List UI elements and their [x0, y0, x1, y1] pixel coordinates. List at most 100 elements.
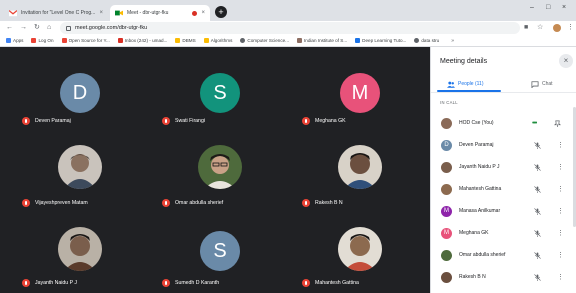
bookmark-item[interactable]: Indian Institute of S...: [297, 38, 347, 43]
bookmark-label: Computer Science...: [247, 38, 290, 43]
meet-icon: [115, 10, 123, 16]
mic-off-icon: [302, 117, 310, 125]
more-options-icon[interactable]: ⋮: [557, 163, 564, 171]
home-icon[interactable]: ⌂: [47, 23, 51, 33]
participant-photo: [198, 145, 242, 189]
participant-row[interactable]: Rakesh B N ⋮: [431, 267, 576, 287]
participant-row[interactable]: D Deven Paramaj ⋮: [431, 135, 576, 155]
mic-off-icon[interactable]: [534, 141, 541, 149]
forward-icon[interactable]: →: [20, 23, 27, 33]
close-icon[interactable]: ×: [99, 10, 103, 16]
bookmark-item[interactable]: Deep Learning Tuto...: [355, 38, 406, 43]
participant-tile[interactable]: D Deven Paramaj: [10, 55, 150, 133]
profile-avatar[interactable]: [553, 24, 561, 32]
avatar: M: [441, 227, 452, 239]
participant-tile[interactable]: Jayanth Naidu P J: [10, 217, 150, 293]
participant-tile[interactable]: Mahantesh Gattina: [290, 217, 430, 293]
reload-icon[interactable]: ↻: [34, 23, 40, 33]
participant-photo: [58, 145, 102, 189]
window-close-icon[interactable]: ×: [562, 4, 566, 11]
participant-name: Swati Firangi: [175, 118, 205, 124]
bookmark-item[interactable]: Computer Science...: [240, 38, 289, 43]
mic-off-icon[interactable]: [534, 207, 541, 215]
minimize-icon[interactable]: –: [530, 4, 534, 11]
participant-tile[interactable]: Vijayeshpreven Matam: [10, 137, 150, 215]
close-panel-button[interactable]: ×: [559, 54, 573, 68]
pin-icon[interactable]: [554, 120, 561, 127]
participant-row[interactable]: Mahantesh Gattina ⋮: [431, 179, 576, 199]
mic-off-icon[interactable]: [534, 273, 541, 281]
bookmark-item[interactable]: Log On: [31, 38, 54, 43]
avatar: M: [340, 73, 380, 113]
participant-row[interactable]: Omar abdulla sherief ⋮: [431, 245, 576, 265]
mic-off-icon[interactable]: [534, 185, 541, 193]
bookmark-label: DBMS: [182, 38, 196, 43]
chat-icon: [531, 80, 539, 88]
people-icon: [447, 81, 455, 88]
participant-tile[interactable]: S Sumedh D Karanth: [150, 217, 290, 293]
meeting-details-panel: Meeting details × People (11) Chat IN CA…: [430, 47, 576, 293]
tab-invitation[interactable]: Invitation for "Level One C Prog... ×: [4, 5, 108, 21]
mic-off-icon: [22, 117, 30, 125]
participant-photo: [338, 227, 382, 271]
avatar: [441, 271, 452, 283]
participant-row[interactable]: Jayanth Naidu P J ⋮: [431, 157, 576, 177]
bookmark-apps[interactable]: Apps: [6, 38, 23, 43]
bookmark-label: Log On: [38, 38, 54, 43]
video-grid: D Deven Paramaj S Swati Firangi M Meghan…: [0, 47, 430, 293]
participant-row[interactable]: M Manasa Anilkumar ⋮: [431, 201, 576, 221]
back-icon[interactable]: ←: [6, 23, 13, 33]
mic-off-icon: [302, 279, 310, 287]
participant-row[interactable]: HOD Cse (You) •••: [431, 113, 576, 133]
more-options-icon[interactable]: ⋮: [557, 207, 564, 215]
participant-row[interactable]: M Meghana GK ⋮: [431, 223, 576, 243]
participant-name: Jayanth Naidu P J: [459, 164, 500, 170]
participant-tile[interactable]: Rakesh B N: [290, 137, 430, 215]
participant-tile[interactable]: S Swati Firangi: [150, 55, 290, 133]
new-tab-button[interactable]: +: [215, 6, 227, 18]
bookmark-item[interactable]: data stru: [414, 38, 439, 43]
star-icon[interactable]: ☆: [537, 23, 543, 33]
avatar: [441, 249, 452, 261]
bookmark-icon: [31, 38, 37, 43]
more-options-icon[interactable]: ⋮: [557, 273, 564, 281]
bookmark-label: Algorithms: [210, 38, 233, 43]
more-options-icon[interactable]: ⋮: [557, 141, 564, 149]
globe-icon: [414, 38, 420, 43]
participant-tile[interactable]: Omar abdulla sherief: [150, 137, 290, 215]
avatar: S: [200, 231, 240, 271]
mic-off-icon: [22, 199, 30, 207]
mic-off-icon: [162, 199, 170, 207]
menu-icon[interactable]: ⋮: [567, 23, 574, 33]
mic-off-icon[interactable]: [534, 251, 541, 259]
participant-name: Mahantesh Gattina: [459, 186, 502, 192]
bookmark-item[interactable]: Inbox (242) - umad...: [117, 38, 167, 43]
more-options-icon[interactable]: ⋮: [557, 251, 564, 259]
folder-icon: [203, 38, 209, 43]
participant-name: Rakesh B N: [459, 274, 486, 280]
participant-name: Manasa Anilkumar: [459, 208, 501, 214]
mic-off-icon[interactable]: [534, 163, 541, 171]
folder-icon: [175, 38, 181, 43]
bookmark-label: Indian Institute of S...: [304, 38, 348, 43]
tab-meet[interactable]: Meet - dbr-utgr-fku ×: [110, 5, 210, 21]
mic-off-icon[interactable]: [534, 229, 541, 237]
address-bar[interactable]: meet.google.com/dbr-utgr-fku: [60, 22, 520, 34]
participant-tile[interactable]: M Meghana GK: [290, 55, 430, 133]
more-bookmarks-icon[interactable]: »: [451, 38, 454, 44]
bookmark-item[interactable]: Open Source for Y...: [61, 38, 110, 43]
tab-people[interactable]: People (11): [447, 78, 483, 90]
bookmark-item[interactable]: Algorithms: [203, 38, 233, 43]
bookmark-item[interactable]: DBMS: [175, 38, 196, 43]
maximize-icon[interactable]: □: [546, 4, 550, 11]
more-options-icon[interactable]: ⋮: [557, 185, 564, 193]
participant-name: Omar abdulla sherief: [175, 200, 224, 206]
more-options-icon[interactable]: ⋮: [557, 229, 564, 237]
participant-name: Deven Paramaj: [459, 142, 494, 148]
bookmark-label: Apps: [13, 38, 24, 43]
bookmark-icon: [355, 38, 361, 43]
avatar: [441, 117, 452, 129]
tab-chat[interactable]: Chat: [531, 78, 553, 90]
camera-icon[interactable]: ■: [524, 23, 528, 33]
close-icon[interactable]: ×: [201, 10, 205, 16]
